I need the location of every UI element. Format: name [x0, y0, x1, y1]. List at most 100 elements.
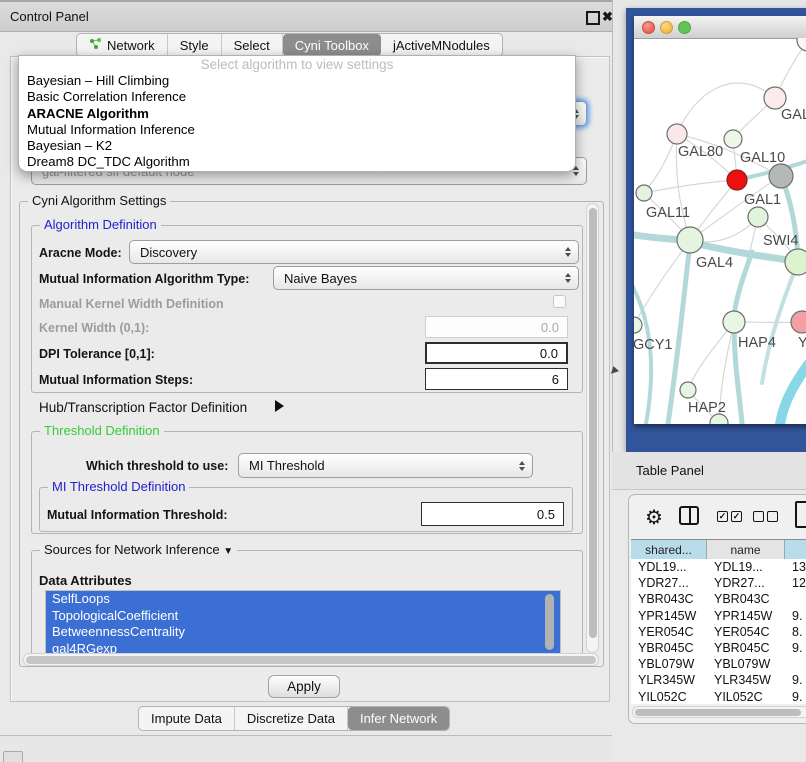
select-all-columns-icon[interactable]: ✓✓	[717, 511, 742, 522]
table-cell: YBL079W	[631, 657, 707, 671]
table-row[interactable]: YER054CYER054C8.	[631, 624, 806, 640]
network-edge[interactable]	[644, 180, 737, 193]
mi-steps-input[interactable]: 6	[425, 368, 568, 390]
apply-button[interactable]: Apply	[268, 675, 340, 698]
mi-type-value: Naive Bayes	[284, 271, 357, 286]
table-row[interactable]: YDR27...YDR27...12	[631, 575, 806, 591]
table-cell: YDL19...	[631, 560, 707, 574]
network-node[interactable]	[723, 311, 745, 333]
document-icon[interactable]	[795, 501, 806, 528]
kernel-width-value: 0.0	[541, 320, 559, 335]
settings-horizontal-scrollbar[interactable]	[23, 653, 599, 666]
table-cell: YBR045C	[707, 641, 785, 655]
table-header-row[interactable]: shared...name	[631, 539, 806, 560]
dpi-tolerance-input[interactable]: 0.0	[425, 342, 568, 364]
mi-algorithm-type-combobox[interactable]: Naive Bayes	[273, 266, 579, 290]
table-cell: 8.	[785, 625, 806, 639]
table-horizontal-scrollbar[interactable]	[632, 706, 806, 718]
network-node[interactable]	[680, 382, 696, 398]
column-header[interactable]	[785, 540, 806, 559]
network-node[interactable]	[727, 170, 747, 190]
algorithm-option[interactable]: Mutual Information Inference	[19, 122, 575, 138]
network-node[interactable]	[769, 164, 793, 188]
tab-impute-data[interactable]: Impute Data	[139, 707, 235, 730]
network-node[interactable]	[667, 124, 687, 144]
close-icon[interactable]: ✖	[602, 9, 613, 25]
network-window-titlebar[interactable]	[634, 16, 806, 39]
network-node[interactable]	[636, 185, 652, 201]
network-node[interactable]	[764, 87, 786, 109]
table-row[interactable]: YBR043CYBR043C	[631, 591, 806, 607]
table-cell: 9.	[785, 609, 806, 623]
zoom-traffic-light-icon[interactable]	[678, 21, 691, 34]
network-node[interactable]	[797, 38, 806, 51]
network-edge[interactable]	[677, 83, 775, 134]
algorithm-option[interactable]: ARACNE Algorithm	[19, 106, 575, 122]
tab-select[interactable]: Select	[222, 34, 283, 56]
mi-threshold-input[interactable]: 0.5	[421, 502, 564, 526]
table-body[interactable]: YDL19...YDL19...13YDR27...YDR27...12YBR0…	[631, 559, 806, 704]
table-row[interactable]: YBL079WYBL079W	[631, 656, 806, 672]
network-node[interactable]	[677, 227, 703, 253]
network-node[interactable]	[724, 130, 742, 148]
manual-kernel-checkbox[interactable]	[553, 295, 566, 308]
network-node[interactable]	[785, 249, 806, 275]
table-row[interactable]: YPR145WYPR145W9.	[631, 608, 806, 624]
expand-right-icon[interactable]	[275, 400, 284, 412]
network-edge[interactable]	[780, 354, 806, 424]
kernel-width-input[interactable]: 0.0	[425, 316, 568, 338]
tab-network[interactable]: Network	[77, 34, 168, 56]
table-row[interactable]: YIL052CYIL052C9.	[631, 689, 806, 705]
minimize-traffic-light-icon[interactable]	[660, 21, 673, 34]
table-cell: 13	[785, 560, 806, 574]
table-panel-titlebar[interactable]: Table Panel	[612, 452, 806, 490]
column-header[interactable]: name	[707, 540, 785, 559]
network-canvas[interactable]: GALGAL80GAL10GAL11GAL1SWI4GAL4GCY1HAP4YH…	[634, 38, 806, 424]
data-attribute-item[interactable]: TopologicalCoefficient	[46, 608, 560, 625]
network-node[interactable]	[634, 317, 642, 333]
float-window-icon[interactable]	[586, 11, 600, 25]
algorithm-option[interactable]: Bayesian – Hill Climbing	[19, 73, 575, 89]
table-panel-title: Table Panel	[636, 463, 704, 478]
table-row[interactable]: YBR045CYBR045C9.	[631, 640, 806, 656]
node-label: HAP4	[738, 335, 776, 351]
algorithm-option[interactable]: Dream8 DC_TDC Algorithm	[19, 154, 575, 170]
which-threshold-combobox[interactable]: MI Threshold	[238, 453, 533, 478]
settings-gear-icon[interactable]: ⚙	[645, 505, 663, 530]
table-row[interactable]: YDL19...YDL19...13	[631, 559, 806, 575]
node-label: Y	[798, 335, 806, 351]
combo-spinner-icon	[565, 247, 571, 257]
algorithm-option[interactable]: Basic Correlation Inference	[19, 89, 575, 105]
panel-title: Control Panel	[10, 9, 89, 24]
mi-steps-label: Mutual Information Steps:	[39, 373, 193, 387]
data-attributes-list[interactable]: SelfLoopsTopologicalCoefficientBetweenne…	[45, 590, 561, 660]
aracne-mode-label: Aracne Mode:	[39, 246, 122, 260]
aracne-mode-value: Discovery	[140, 245, 197, 260]
settings-vertical-scrollbar[interactable]	[586, 203, 599, 653]
data-attribute-item[interactable]: BetweennessCentrality	[46, 624, 560, 641]
table-cell: YER054C	[631, 625, 707, 639]
close-traffic-light-icon[interactable]	[642, 21, 655, 34]
control-panel-titlebar[interactable]: Control Panel ✖	[0, 0, 612, 32]
network-node[interactable]	[791, 311, 806, 333]
column-header[interactable]: shared...	[631, 540, 707, 559]
aracne-mode-combobox[interactable]: Discovery	[129, 240, 579, 264]
tab-infer-network[interactable]: Infer Network	[348, 707, 449, 730]
group-title: Algorithm Definition	[40, 217, 161, 232]
node-label: GAL80	[678, 144, 723, 160]
tab-discretize-data[interactable]: Discretize Data	[235, 707, 348, 730]
mi-threshold-label: Mutual Information Threshold:	[47, 508, 228, 522]
control-panel-window: Control Panel ✖ NetworkStyleSelectCyni T…	[0, 0, 613, 736]
data-attribute-item[interactable]: SelfLoops	[46, 591, 560, 608]
tab-style[interactable]: Style	[168, 34, 222, 56]
split-columns-icon[interactable]	[679, 506, 699, 525]
table-row[interactable]: YLR345WYLR345W9.	[631, 672, 806, 688]
deselect-all-columns-icon[interactable]	[753, 511, 778, 522]
network-node[interactable]	[748, 207, 768, 227]
tab-jactivemnodules[interactable]: jActiveMNodules	[381, 34, 502, 56]
algorithm-option[interactable]: Bayesian – K2	[19, 138, 575, 154]
tab-cyni-toolbox[interactable]: Cyni Toolbox	[283, 34, 381, 56]
list-vertical-scrollbar[interactable]	[545, 594, 554, 650]
hub-definition-label[interactable]: Hub/Transcription Factor Definition	[39, 400, 247, 415]
mouse-cursor	[611, 366, 620, 376]
